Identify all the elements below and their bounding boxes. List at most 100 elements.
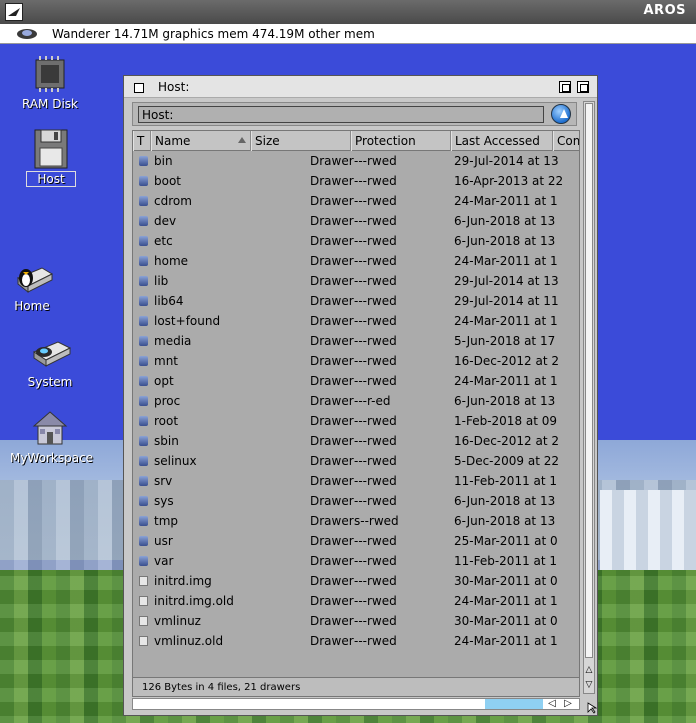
item-size: Drawer: [310, 434, 354, 448]
item-last-accessed: 5-Jun-2018 at 17: [454, 334, 556, 348]
item-last-accessed: 29-Jul-2014 at 13: [454, 154, 559, 168]
scroll-left-icon[interactable]: ◁: [545, 697, 559, 711]
screen-title-bar: AROS: [0, 0, 696, 24]
list-item[interactable]: initrd.img.old Drawer ---rwed 24-Mar-2011 a…: [133, 591, 579, 611]
status-text: 126 Bytes in 4 files, 21 drawers: [133, 677, 579, 696]
column-header-name[interactable]: Name: [151, 131, 251, 151]
parent-up-icon[interactable]: [551, 104, 571, 124]
item-name: root: [154, 414, 179, 428]
list-item[interactable]: bin Drawer ---rwed 29-Jul-2014 at 13: [133, 151, 579, 171]
menu-bar[interactable]: Wanderer 14.71M graphics mem 474.19M oth…: [0, 24, 696, 44]
list-item[interactable]: home Drawer ---rwed 24-Mar-2011 at 1: [133, 251, 579, 271]
list-item[interactable]: tmp Drawer s--rwed 6-Jun-2018 at 13: [133, 511, 579, 531]
list-item[interactable]: root Drawer ---rwed 1-Feb-2018 at 09: [133, 411, 579, 431]
item-size: Drawer: [310, 294, 354, 308]
drawer-icon: [139, 416, 148, 426]
item-last-accessed: 25-Mar-2011 at 0: [454, 534, 558, 548]
list-item[interactable]: media Drawer ---rwed 5-Jun-2018 at 17: [133, 331, 579, 351]
item-name: dev: [154, 214, 177, 228]
drawer-icon: [139, 196, 148, 206]
list-item[interactable]: usr Drawer ---rwed 25-Mar-2011 at 0: [133, 531, 579, 551]
drawer-icon: [139, 256, 148, 266]
resize-handle-icon[interactable]: [587, 702, 598, 714]
list-item[interactable]: lib64 Drawer ---rwed 29-Jul-2014 at 11: [133, 291, 579, 311]
drawer-icon: [139, 376, 148, 386]
list-item[interactable]: lib Drawer ---rwed 29-Jul-2014 at 13: [133, 271, 579, 291]
item-size: Drawer: [310, 394, 354, 408]
item-last-accessed: 6-Jun-2018 at 13: [454, 214, 556, 228]
penguin-drive-icon: [12, 256, 54, 296]
list-item[interactable]: dev Drawer ---rwed 6-Jun-2018 at 13: [133, 211, 579, 231]
desktop-icon-ram-disk[interactable]: RAM Disk: [20, 54, 80, 111]
file-icon: [139, 576, 148, 586]
list-item[interactable]: boot Drawer ---rwed 16-Apr-2013 at 22: [133, 171, 579, 191]
item-size: Drawer: [310, 534, 354, 548]
item-size: Drawer: [310, 414, 354, 428]
list-item[interactable]: lost+found Drawer ---rwed 24-Mar-2011 at 1: [133, 311, 579, 331]
vertical-scroll-knob[interactable]: [585, 103, 593, 658]
depth-icon[interactable]: [577, 81, 589, 93]
desktop-icon-myworkspace[interactable]: MyWorkspace: [10, 408, 93, 465]
vertical-scrollbar[interactable]: △ ▽: [583, 101, 595, 694]
file-list[interactable]: T Name Size Protection Last Accessed Com…: [132, 130, 580, 697]
column-header-protection[interactable]: Protection: [351, 131, 451, 151]
list-item[interactable]: proc Drawer ---r-ed 6-Jun-2018 at 13: [133, 391, 579, 411]
item-name: lib: [154, 274, 169, 288]
item-protection: ---rwed: [354, 434, 397, 448]
list-item[interactable]: etc Drawer ---rwed 6-Jun-2018 at 13: [133, 231, 579, 251]
close-icon[interactable]: [134, 83, 144, 93]
item-size: Drawer: [310, 354, 354, 368]
item-size: Drawer: [310, 254, 354, 268]
list-item[interactable]: var Drawer ---rwed 11-Feb-2011 at 1: [133, 551, 579, 571]
list-item[interactable]: initrd.img Drawer ---rwed 30-Mar-2011 at 0: [133, 571, 579, 591]
item-size: Drawer: [310, 314, 354, 328]
scroll-up-icon[interactable]: △: [584, 663, 594, 677]
drawer-icon: [139, 276, 148, 286]
item-last-accessed: 24-Mar-2011 at 1: [454, 374, 558, 388]
item-size: Drawer: [310, 214, 354, 228]
drawer-icon: [139, 556, 148, 566]
desktop-icon-host[interactable]: Host: [26, 128, 76, 187]
memory-status: Wanderer 14.71M graphics mem 474.19M oth…: [52, 27, 375, 41]
horizontal-scrollbar[interactable]: [132, 698, 580, 710]
item-last-accessed: 5-Dec-2009 at 22: [454, 454, 560, 468]
column-header-size[interactable]: Size: [251, 131, 351, 151]
item-protection: ---rwed: [354, 214, 397, 228]
column-header-type[interactable]: T: [133, 131, 151, 151]
drawer-icon: [139, 516, 148, 526]
list-item[interactable]: vmlinuz Drawer ---rwed 30-Mar-2011 at 0: [133, 611, 579, 631]
list-item[interactable]: opt Drawer ---rwed 24-Mar-2011 at 1: [133, 371, 579, 391]
column-header-last-accessed[interactable]: Last Accessed: [451, 131, 553, 151]
item-name: lib64: [154, 294, 184, 308]
item-name: lost+found: [154, 314, 221, 328]
column-header-comment[interactable]: Com: [553, 131, 579, 151]
drawer-icon: [139, 316, 148, 326]
list-item[interactable]: cdrom Drawer ---rwed 24-Mar-2011 at 1: [133, 191, 579, 211]
list-item[interactable]: selinux Drawer ---rwed 5-Dec-2009 at 22: [133, 451, 579, 471]
item-name: boot: [154, 174, 182, 188]
screen-title: AROS: [643, 3, 686, 18]
list-item[interactable]: vmlinuz.old Drawer ---rwed 24-Mar-2011 at 1: [133, 631, 579, 651]
item-name: etc: [154, 234, 173, 248]
aros-logo-icon[interactable]: [5, 3, 23, 21]
path-input[interactable]: [138, 106, 544, 123]
desktop-icon-home[interactable]: Home: [4, 256, 60, 313]
sort-arrow-icon: [238, 137, 246, 143]
list-item[interactable]: mnt Drawer ---rwed 16-Dec-2012 at 2: [133, 351, 579, 371]
item-last-accessed: 24-Mar-2011 at 1: [454, 254, 558, 268]
desktop-icon-system[interactable]: System: [20, 332, 80, 389]
drawer-icon: [139, 156, 148, 166]
item-protection: ---rwed: [354, 454, 397, 468]
chip-icon: [30, 54, 70, 94]
scroll-right-icon[interactable]: ▷: [561, 697, 575, 711]
item-size: Drawer: [310, 274, 354, 288]
item-size: Drawer: [310, 574, 354, 588]
list-item[interactable]: srv Drawer ---rwed 11-Feb-2011 at 1: [133, 471, 579, 491]
scroll-down-icon[interactable]: ▽: [584, 678, 594, 692]
horizontal-scroll-knob[interactable]: [485, 699, 543, 709]
list-item[interactable]: sys Drawer ---rwed 6-Jun-2018 at 13: [133, 491, 579, 511]
window-title-bar[interactable]: Host:: [124, 76, 597, 98]
list-item[interactable]: sbin Drawer ---rwed 16-Dec-2012 at 2: [133, 431, 579, 451]
zoom-icon[interactable]: [559, 81, 571, 93]
drawer-icon: [139, 356, 148, 366]
